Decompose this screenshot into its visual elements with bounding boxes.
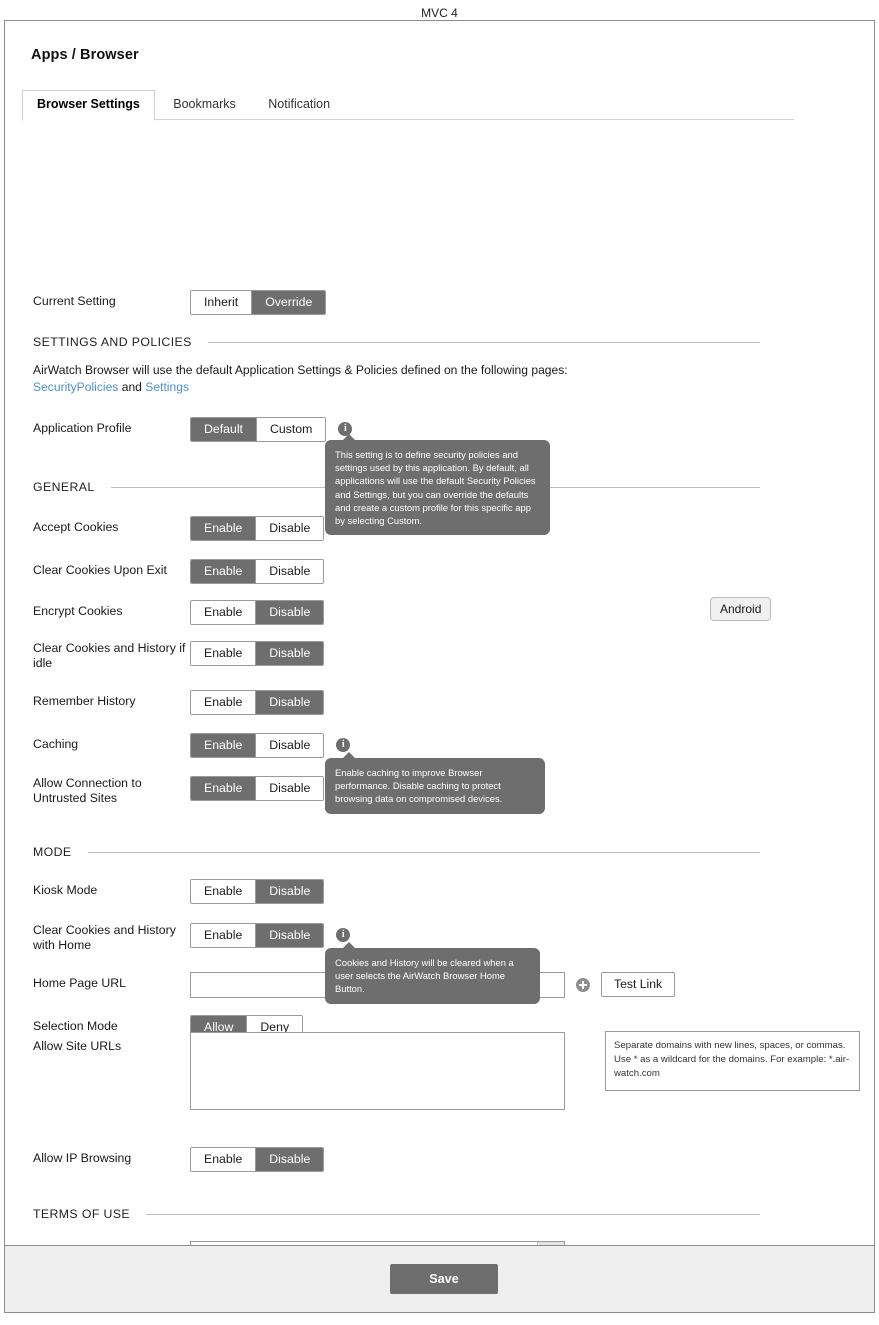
toggle-accept-cookies[interactable]: Enable Disable (190, 516, 325, 541)
section-rule-terms (146, 1213, 760, 1215)
breadcrumb: Apps / Browser (31, 47, 139, 63)
label-clear-cookies-history-home: Clear Cookies and History with Home (33, 923, 176, 952)
seg-disable[interactable]: Disable (256, 601, 324, 624)
row-encrypt-cookies: Encrypt Cookies Enable Disable Android (5, 597, 874, 625)
plus-circle-icon[interactable] (576, 978, 590, 992)
window-title: MVC 4 (421, 6, 458, 20)
toggle-allow-ip-browsing[interactable]: Enable Disable (190, 1147, 325, 1172)
info-icon[interactable]: i (336, 928, 351, 942)
row-clear-cookies-history-idle: Clear Cookies and History if idle Enable… (5, 641, 874, 671)
tab-notification[interactable]: Notification (254, 91, 344, 120)
seg-enable[interactable]: Enable (191, 924, 257, 947)
seg-custom[interactable]: Custom (256, 418, 326, 441)
seg-disable[interactable]: Disable (256, 517, 324, 540)
save-button[interactable]: Save (390, 1264, 498, 1294)
toggle-encrypt-cookies[interactable]: Enable Disable (190, 600, 325, 625)
label-current-setting: Current Setting (33, 294, 116, 308)
test-link-button[interactable]: Test Link (601, 972, 676, 997)
tab-bar: Browser Settings Bookmarks Notification (5, 90, 874, 121)
label-home-page-url: Home Page URL (33, 976, 126, 990)
seg-enable[interactable]: Enable (191, 517, 257, 540)
seg-disable[interactable]: Disable (256, 560, 324, 583)
section-mode: MODE (5, 845, 874, 859)
toggle-allow-untrusted-sites[interactable]: Enable Disable (190, 776, 325, 801)
seg-enable[interactable]: Enable (191, 560, 257, 583)
label-allow-ip-browsing: Allow IP Browsing (33, 1151, 132, 1165)
label-caching: Caching (33, 737, 79, 751)
toggle-clear-cookies-history-idle[interactable]: Enable Disable (190, 641, 325, 666)
section-title-general: GENERAL (33, 480, 95, 494)
label-allow-site-urls: Allow Site URLs (33, 1039, 122, 1053)
label-allow-untrusted-sites: Allow Connection to Untrusted Sites (33, 776, 142, 805)
tab-bookmarks[interactable]: Bookmarks (159, 91, 250, 120)
seg-inherit[interactable]: Inherit (191, 291, 253, 314)
tooltip-application-profile: This setting is to define security polic… (325, 433, 550, 536)
seg-enable[interactable]: Enable (191, 734, 257, 757)
label-kiosk-mode: Kiosk Mode (33, 883, 98, 897)
toggle-application-profile[interactable]: Default Custom (190, 417, 327, 442)
seg-enable[interactable]: Enable (191, 691, 257, 714)
toggle-remember-history[interactable]: Enable Disable (190, 690, 325, 715)
seg-disable[interactable]: Disable (256, 642, 324, 665)
tab-browser-settings[interactable]: Browser Settings (22, 90, 155, 121)
seg-disable[interactable]: Disable (256, 691, 324, 714)
info-icon[interactable]: i (336, 738, 351, 752)
row-allow-ip-browsing: Allow IP Browsing Enable Disable (5, 1147, 874, 1172)
toggle-clear-cookies-history-home[interactable]: Enable Disable (190, 923, 325, 948)
row-remember-history: Remember History Enable Disable (5, 690, 874, 715)
seg-enable[interactable]: Enable (191, 777, 257, 800)
platform-badge-android: Android (710, 597, 772, 621)
seg-enable[interactable]: Enable (191, 642, 257, 665)
main-panel: Apps / Browser Browser Settings Bookmark… (4, 20, 875, 1313)
seg-enable[interactable]: Enable (191, 601, 257, 624)
row-caching: Caching Enable Disable i (5, 733, 874, 758)
label-application-profile: Application Profile (33, 421, 132, 435)
link-security-policies[interactable]: SecurityPolicies (33, 380, 118, 394)
seg-enable[interactable]: Enable (191, 880, 257, 903)
allow-site-urls-hint: Separate domains with new lines, spaces,… (605, 1031, 860, 1091)
row-application-profile: Application Profile Default Custom i (5, 417, 874, 442)
label-clear-cookies-upon-exit: Clear Cookies Upon Exit (33, 563, 167, 577)
label-remember-history: Remember History (33, 694, 136, 708)
seg-disable[interactable]: Disable (256, 734, 324, 757)
link-settings[interactable]: Settings (145, 380, 189, 394)
seg-override[interactable]: Override (252, 291, 326, 314)
tooltip-caching: Enable caching to improve Browser perfor… (325, 752, 545, 814)
row-kiosk-mode: Kiosk Mode Enable Disable (5, 879, 874, 904)
row-current-setting: Current Setting Inherit Override (5, 290, 874, 315)
label-clear-cookies-history-idle: Clear Cookies and History if idle (33, 641, 186, 670)
section-rule (207, 341, 760, 343)
row-allow-site-urls: Allow Site URLs Separate domains with ne… (5, 1031, 874, 1110)
row-clear-cookies-upon-exit: Clear Cookies Upon Exit Enable Disable (5, 559, 874, 584)
seg-disable[interactable]: Disable (256, 777, 324, 800)
seg-disable[interactable]: Disable (256, 1148, 324, 1171)
section-title-settings-and-policies: SETTINGS AND POLICIES (33, 335, 192, 349)
toggle-caching[interactable]: Enable Disable (190, 733, 325, 758)
tooltip-clear-cookies-history-home: Cookies and History will be cleared when… (325, 942, 540, 1004)
and-text: and (121, 380, 142, 394)
section-title-mode: MODE (33, 845, 72, 859)
label-accept-cookies: Accept Cookies (33, 520, 119, 534)
seg-disable[interactable]: Disable (256, 924, 324, 947)
label-encrypt-cookies: Encrypt Cookies (33, 604, 123, 618)
toggle-current-setting[interactable]: Inherit Override (190, 290, 327, 315)
settings-description-text: AirWatch Browser will use the default Ap… (33, 363, 568, 377)
section-rule-mode (87, 851, 760, 853)
seg-enable[interactable]: Enable (191, 1148, 257, 1171)
toggle-clear-cookies-upon-exit[interactable]: Enable Disable (190, 559, 325, 584)
seg-disable[interactable]: Disable (256, 880, 324, 903)
section-settings-and-policies: SETTINGS AND POLICIES (5, 335, 874, 349)
section-title-terms-of-use: TERMS OF USE (33, 1207, 131, 1221)
toggle-kiosk-mode[interactable]: Enable Disable (190, 879, 325, 904)
settings-description: AirWatch Browser will use the default Ap… (5, 362, 874, 396)
allow-site-urls-textarea[interactable] (190, 1032, 565, 1110)
seg-default[interactable]: Default (191, 418, 257, 441)
section-terms-of-use: TERMS OF USE (5, 1207, 874, 1221)
footer-bar: Save (5, 1245, 874, 1312)
